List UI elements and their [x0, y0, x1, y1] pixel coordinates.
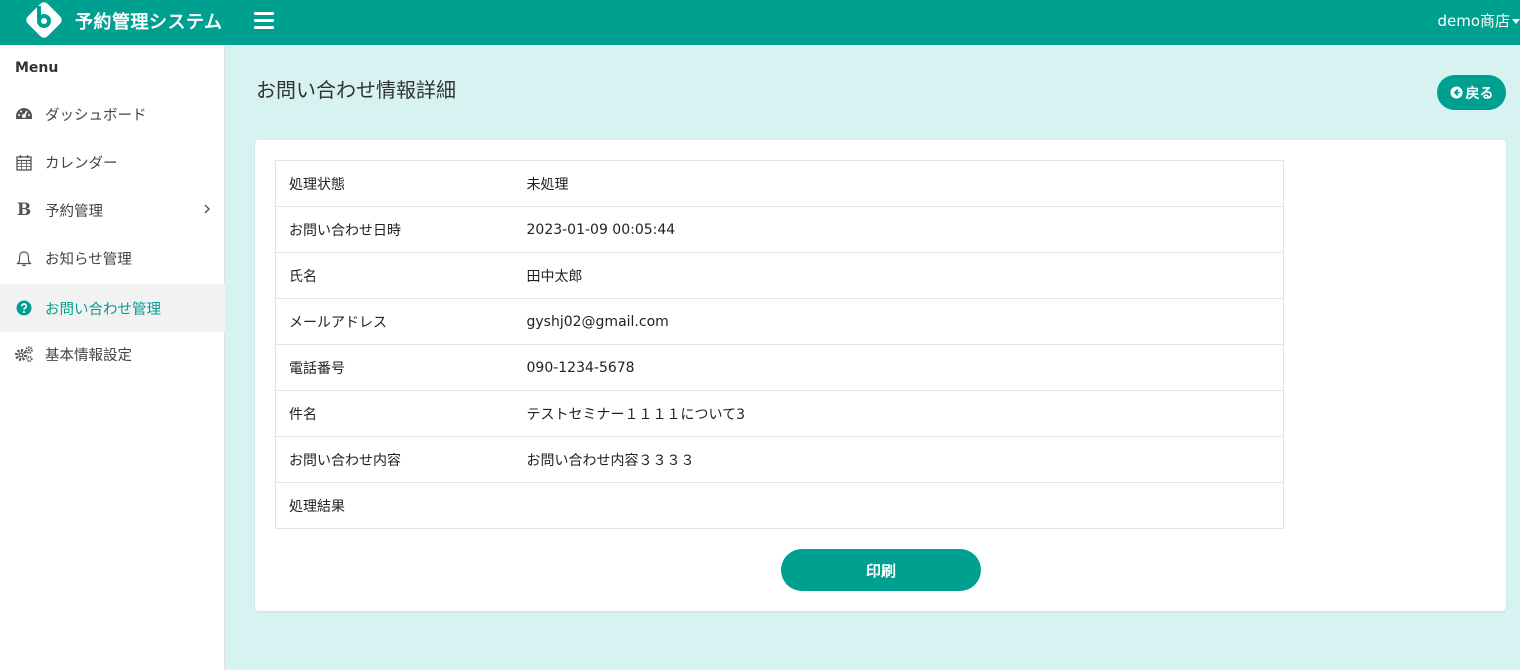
sidebar-item-inquiries[interactable]: お問い合わせ管理	[0, 284, 225, 332]
table-row: 処理状態 未処理	[275, 160, 1284, 207]
table-row: 処理結果	[275, 482, 1284, 529]
table-row: 氏名 田中太郎	[275, 252, 1284, 299]
field-label: 処理結果	[275, 482, 527, 529]
sidebar-item-dashboard[interactable]: ダッシュボード	[0, 90, 225, 138]
menu-title: Menu	[15, 60, 59, 76]
table-row: 電話番号 090-1234-5678	[275, 344, 1284, 391]
back-button[interactable]: 戻る	[1437, 75, 1506, 110]
field-value: 090-1234-5678	[526, 344, 1284, 391]
table-row: お問い合わせ内容 お問い合わせ内容３３３３	[275, 436, 1284, 483]
sidebar-item-calendar[interactable]: カレンダー	[0, 138, 225, 186]
field-label: メールアドレス	[275, 298, 527, 345]
print-button[interactable]: 印刷	[781, 549, 981, 591]
status-value: 未処理	[526, 160, 1284, 207]
chevron-right-icon	[204, 204, 210, 214]
store-dropdown[interactable]: demo商店	[1437, 10, 1520, 31]
field-label: お問い合わせ内容	[275, 436, 527, 483]
bell-icon	[14, 248, 34, 268]
page-title: お問い合わせ情報詳細	[256, 78, 456, 102]
field-label: 氏名	[275, 252, 527, 299]
back-button-label: 戻る	[1465, 85, 1494, 102]
field-label: 電話番号	[275, 344, 527, 391]
bold-b-icon: B	[16, 200, 32, 220]
sidebar-item-label: ダッシュボード	[45, 107, 147, 124]
question-circle-icon	[14, 298, 34, 318]
field-label: お問い合わせ日時	[275, 206, 527, 253]
field-value: テストセミナー１１１１について3	[526, 390, 1284, 437]
caret-down-icon	[1512, 19, 1520, 24]
top-bar: 予約管理システム demo商店	[0, 0, 1520, 45]
sidebar: Menu ダッシュボード カレンダー B 予約管理 お知らせ管理 お問い合わせ管…	[0, 45, 225, 670]
inquiry-detail-table: 処理状態 未処理 お問い合わせ日時 2023-01-09 00:05:44 氏名…	[275, 160, 1284, 529]
sidebar-item-settings[interactable]: 基本情報設定	[0, 330, 225, 378]
sidebar-item-label: お知らせ管理	[45, 251, 132, 268]
gears-icon	[14, 344, 34, 364]
table-row: メールアドレス gyshj02@gmail.com	[275, 298, 1284, 345]
sidebar-item-notices[interactable]: お知らせ管理	[0, 234, 225, 282]
sidebar-item-label: 予約管理	[45, 203, 103, 220]
field-value	[526, 482, 1284, 529]
logo-icon	[26, 2, 62, 38]
table-row: 件名 テストセミナー１１１１について3	[275, 390, 1284, 437]
app-title: 予約管理システム	[75, 12, 223, 33]
sidebar-item-label: カレンダー	[45, 155, 118, 172]
field-value: 田中太郎	[526, 252, 1284, 299]
sidebar-item-label: 基本情報設定	[45, 347, 132, 364]
field-value: gyshj02@gmail.com	[526, 298, 1284, 345]
store-name: demo商店	[1437, 12, 1510, 30]
field-value: 2023-01-09 00:05:44	[526, 206, 1284, 253]
calendar-icon	[14, 152, 34, 172]
sidebar-item-label: お問い合わせ管理	[45, 301, 161, 318]
dashboard-icon	[14, 104, 34, 124]
arrow-circle-left-icon	[1449, 86, 1463, 99]
menu-toggle-icon[interactable]	[254, 12, 274, 30]
field-label: 処理状態	[275, 160, 527, 207]
field-value: お問い合わせ内容３３３３	[526, 436, 1284, 483]
field-label: 件名	[275, 390, 527, 437]
table-row: お問い合わせ日時 2023-01-09 00:05:44	[275, 206, 1284, 253]
sidebar-item-reservations[interactable]: B 予約管理	[0, 186, 225, 234]
inquiry-detail-card: 処理状態 未処理 お問い合わせ日時 2023-01-09 00:05:44 氏名…	[255, 140, 1506, 611]
